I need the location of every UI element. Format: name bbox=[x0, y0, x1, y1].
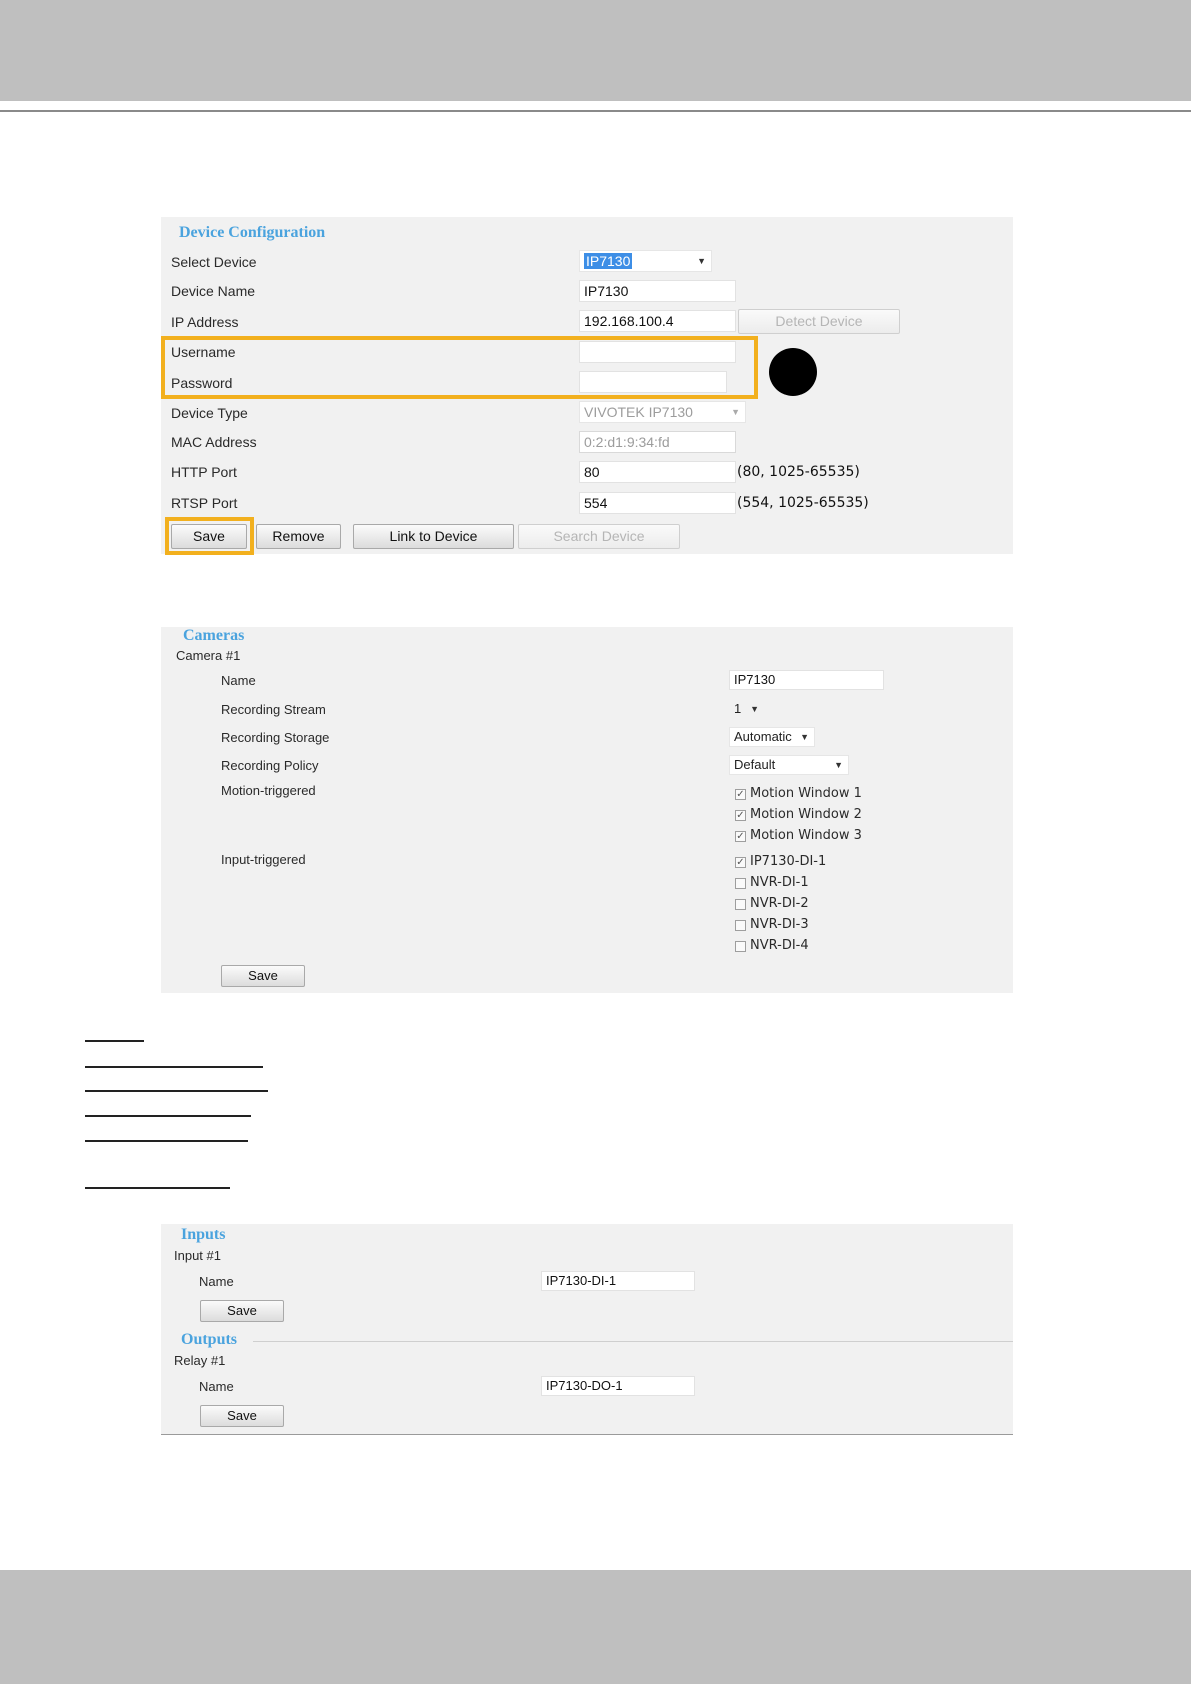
relay-save-button[interactable]: Save bbox=[200, 1405, 284, 1427]
select-device-dropdown[interactable]: IP7130 ▼ bbox=[579, 250, 712, 272]
camera-save-button[interactable]: Save bbox=[221, 965, 305, 987]
input-save-button[interactable]: Save bbox=[200, 1300, 284, 1322]
device-type-dropdown: VIVOTEK IP7130 ▼ bbox=[579, 401, 746, 423]
recording-policy-dropdown[interactable]: Default ▼ bbox=[729, 755, 849, 775]
input-triggered-label: Input-triggered bbox=[221, 852, 306, 867]
underline-4 bbox=[85, 1115, 251, 1117]
recording-stream-dropdown[interactable]: 1 ▼ bbox=[729, 699, 765, 719]
link-to-device-button[interactable]: Link to Device bbox=[353, 524, 514, 549]
select-device-value: IP7130 bbox=[584, 253, 633, 269]
nvr-di-4-label: NVR-DI-4 bbox=[750, 938, 809, 953]
camera-name-label: Name bbox=[221, 673, 256, 688]
motion-window-3-checkbox[interactable]: ✓ bbox=[735, 831, 746, 842]
rtsp-port-label: RTSP Port bbox=[171, 495, 238, 511]
device-configuration-panel: Device Configuration Select Device IP713… bbox=[161, 217, 1013, 555]
device-name-label: Device Name bbox=[171, 283, 256, 299]
cameras-title: Cameras bbox=[183, 627, 245, 644]
chevron-down-icon: ▼ bbox=[731, 407, 740, 417]
header-rule bbox=[0, 110, 1191, 112]
rtsp-port-input[interactable]: 554 bbox=[579, 492, 736, 514]
ip-address-input[interactable]: 192.168.100.4 bbox=[579, 310, 736, 332]
inputs-outputs-panel: Inputs Input #1 Name IP7130-DI-1 Save Ou… bbox=[161, 1224, 1013, 1435]
input-name-field[interactable]: IP7130-DI-1 bbox=[541, 1271, 695, 1291]
footer-band bbox=[0, 1570, 1191, 1684]
chevron-down-icon: ▼ bbox=[697, 256, 706, 266]
underline-1 bbox=[85, 1040, 144, 1042]
motion-window-1-label: Motion Window 1 bbox=[750, 786, 862, 801]
chevron-down-icon: ▼ bbox=[834, 760, 843, 770]
ip7130-di-1-checkbox[interactable]: ✓ bbox=[735, 857, 746, 868]
header-band bbox=[0, 0, 1191, 101]
recording-policy-label: Recording Policy bbox=[221, 758, 319, 773]
outputs-divider bbox=[253, 1341, 1013, 1342]
recording-storage-label: Recording Storage bbox=[221, 730, 330, 745]
http-port-label: HTTP Port bbox=[171, 464, 237, 480]
recording-policy-value: Default bbox=[734, 757, 776, 772]
http-port-input[interactable]: 80 bbox=[579, 461, 736, 483]
credentials-highlight-box bbox=[161, 336, 758, 399]
ip-address-label: IP Address bbox=[171, 314, 239, 330]
relay-name-label: Name bbox=[199, 1379, 234, 1394]
motion-window-2-checkbox[interactable]: ✓ bbox=[735, 810, 746, 821]
nvr-di-1-label: NVR-DI-1 bbox=[750, 875, 809, 890]
search-device-button[interactable]: Search Device bbox=[518, 524, 680, 549]
relay-heading: Relay #1 bbox=[174, 1353, 226, 1368]
device-type-value: VIVOTEK IP7130 bbox=[584, 404, 693, 420]
device-configuration-title: Device Configuration bbox=[179, 224, 326, 241]
nvr-di-2-checkbox[interactable] bbox=[735, 899, 746, 910]
device-type-label: Device Type bbox=[171, 405, 248, 421]
inputs-title: Inputs bbox=[181, 1226, 226, 1243]
recording-stream-label: Recording Stream bbox=[221, 702, 326, 717]
underline-2 bbox=[85, 1066, 263, 1068]
chevron-down-icon: ▼ bbox=[800, 732, 809, 742]
underline-6 bbox=[85, 1187, 230, 1189]
recording-stream-value: 1 bbox=[734, 701, 742, 716]
relay-name-field[interactable]: IP7130-DO-1 bbox=[541, 1376, 695, 1396]
nvr-di-3-checkbox[interactable] bbox=[735, 920, 746, 931]
motion-triggered-label: Motion-triggered bbox=[221, 783, 316, 798]
mac-address-input: 0:2:d1:9:34:fd bbox=[579, 431, 736, 453]
chevron-down-icon: ▼ bbox=[750, 704, 759, 714]
recording-storage-dropdown[interactable]: Automatic ▼ bbox=[729, 727, 815, 747]
save-highlight-box bbox=[165, 517, 254, 555]
underline-3 bbox=[85, 1090, 268, 1092]
motion-window-2-label: Motion Window 2 bbox=[750, 807, 862, 822]
detect-device-button[interactable]: Detect Device bbox=[738, 309, 900, 334]
ip7130-di-1-label: IP7130-DI-1 bbox=[750, 854, 827, 869]
motion-window-3-label: Motion Window 3 bbox=[750, 828, 862, 843]
mac-address-label: MAC Address bbox=[171, 434, 257, 450]
camera-name-input[interactable]: IP7130 bbox=[729, 670, 884, 690]
callout-marker bbox=[769, 348, 817, 396]
device-name-input[interactable]: IP7130 bbox=[579, 280, 736, 302]
input-name-label: Name bbox=[199, 1274, 234, 1289]
rtsp-port-hint: (554, 1025-65535) bbox=[737, 495, 869, 511]
motion-window-1-checkbox[interactable]: ✓ bbox=[735, 789, 746, 800]
recording-storage-value: Automatic bbox=[734, 729, 792, 744]
select-device-label: Select Device bbox=[171, 254, 257, 270]
http-port-hint: (80, 1025-65535) bbox=[737, 464, 860, 480]
nvr-di-2-label: NVR-DI-2 bbox=[750, 896, 809, 911]
nvr-di-1-checkbox[interactable] bbox=[735, 878, 746, 889]
outputs-title: Outputs bbox=[181, 1331, 238, 1348]
nvr-di-4-checkbox[interactable] bbox=[735, 941, 746, 952]
underline-5 bbox=[85, 1140, 248, 1142]
input-heading: Input #1 bbox=[174, 1248, 221, 1263]
camera-heading: Camera #1 bbox=[176, 648, 241, 663]
remove-button[interactable]: Remove bbox=[256, 524, 341, 549]
nvr-di-3-label: NVR-DI-3 bbox=[750, 917, 809, 932]
cameras-panel: Cameras Camera #1 Name IP7130 Recording … bbox=[161, 627, 1013, 993]
